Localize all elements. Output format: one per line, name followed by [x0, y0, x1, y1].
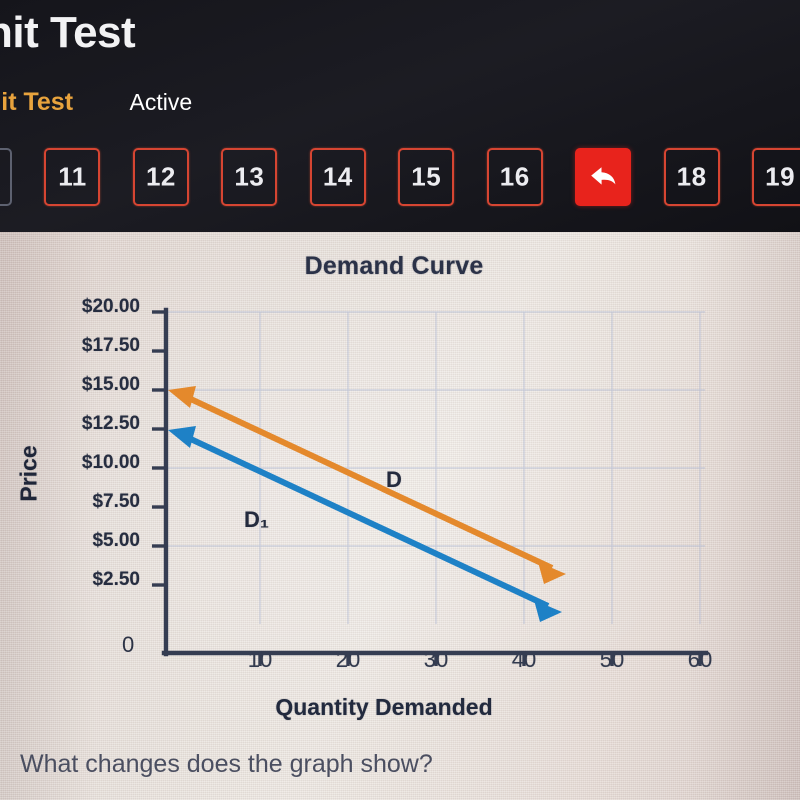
- header-subrow: nit Test Active: [0, 88, 192, 122]
- demand-curve-chart: Demand Curve Price $20.00 $17.50 $15.00 …: [0, 232, 800, 800]
- pager-item-12[interactable]: 12: [132, 148, 189, 206]
- pager-item-18[interactable]: 18: [663, 148, 720, 206]
- x-axis-label-text: Quantity Demanded: [275, 694, 493, 720]
- series-line-d: [168, 386, 566, 584]
- pager-item-label: 11: [58, 161, 87, 192]
- page-title: nit Test: [0, 8, 136, 57]
- pager-item-label: 15: [411, 161, 442, 192]
- pager-item-label: 16: [499, 161, 530, 192]
- pager-item-label: 13: [234, 161, 265, 192]
- pager-item-16[interactable]: 16: [486, 148, 543, 206]
- pager-item-19[interactable]: 19: [752, 148, 800, 206]
- status-badge: Active: [129, 89, 193, 115]
- pager-item-label: 19: [765, 161, 796, 192]
- series-line-d1: [168, 426, 562, 622]
- axis-lines: [161, 307, 709, 657]
- pager-item-13[interactable]: 13: [221, 148, 278, 206]
- grid-lines: [164, 311, 705, 624]
- pager-item-11[interactable]: 11: [44, 148, 101, 206]
- question-pager: 11 12 13 14 15 16 18 19: [0, 148, 800, 212]
- pager-item-label: 14: [322, 161, 353, 192]
- scanned-question-image: Demand Curve Price $20.00 $17.50 $15.00 …: [0, 232, 800, 800]
- app-header: nit Test nit Test Active 11 12 13 14: [0, 0, 800, 232]
- pager-item-previous[interactable]: [0, 148, 12, 206]
- pager-item-label: 18: [676, 161, 707, 192]
- screenshot-root: nit Test nit Test Active 11 12 13 14: [0, 0, 800, 800]
- pager-item-label: 12: [145, 161, 176, 192]
- pager-item-15[interactable]: 15: [398, 148, 455, 206]
- back-arrow-icon: [577, 163, 629, 191]
- pager-item-current[interactable]: [575, 148, 632, 206]
- pager-item-14[interactable]: 14: [309, 148, 366, 206]
- x-axis-label: Quantity Demanded: [0, 694, 800, 721]
- question-prompt: What changes does the graph show?: [20, 750, 433, 778]
- breadcrumb[interactable]: nit Test: [0, 88, 73, 117]
